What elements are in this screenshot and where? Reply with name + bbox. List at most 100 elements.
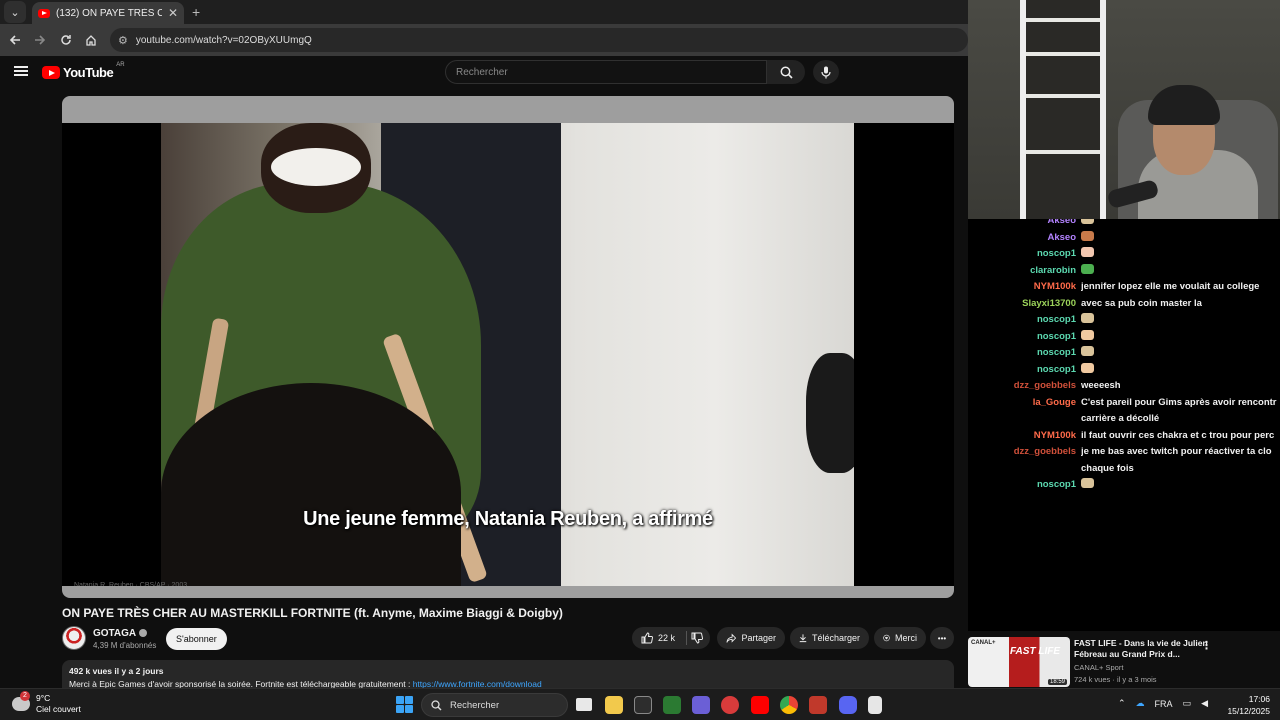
recommended-meta: 724 k vues · il y a 3 mois: [1074, 675, 1157, 684]
chat-username[interactable]: clararobin: [1030, 263, 1076, 279]
tab-close-icon[interactable]: ✕: [168, 6, 178, 20]
chat-message-body: [1081, 263, 1280, 279]
chat-username[interactable]: dzz_goebbels: [1014, 444, 1076, 460]
recommended-channel[interactable]: CANAL+ Sport: [1074, 663, 1123, 672]
reload-button[interactable]: [55, 29, 77, 51]
thanks-button[interactable]: Merci: [874, 627, 926, 649]
language-indicator[interactable]: FRA: [1155, 699, 1173, 709]
taskbar-search-label: Rechercher: [450, 699, 500, 711]
taskbar-clock[interactable]: 17:06 15/12/2025: [1226, 693, 1270, 717]
clock-time: 17:06: [1248, 694, 1270, 704]
weather-text: 9°C Ciel couvert: [36, 693, 81, 715]
description-text-line: Merci à Epic Games d'avoir sponsorisé la…: [69, 679, 947, 688]
weather-condition: Ciel couvert: [36, 704, 81, 714]
chat-username[interactable]: Akseo: [1047, 230, 1076, 246]
volume-icon[interactable]: ◀: [1201, 698, 1208, 709]
teams-icon[interactable]: [692, 696, 710, 714]
browser-tabbar: ⌄ (132) ON PAYE TRÈS CHER AU M ✕ +: [0, 0, 968, 24]
download-button[interactable]: Télécharger: [790, 627, 869, 649]
network-icon[interactable]: ▭: [1183, 698, 1192, 709]
address-bar[interactable]: ⚙ youtube.com/watch?v=02OByXUUmgQ: [110, 28, 968, 52]
windows-start-icon[interactable]: [396, 696, 413, 713]
home-button[interactable]: [81, 29, 103, 51]
description-link[interactable]: https://www.fortnite.com/download: [413, 679, 542, 688]
channel-name-link[interactable]: GOTAGA: [93, 628, 148, 639]
back-button[interactable]: [4, 29, 26, 51]
more-actions-button[interactable]: •••: [930, 627, 954, 649]
taskbar-search[interactable]: Rechercher: [421, 693, 568, 717]
chat-emote-icon: [1081, 263, 1094, 274]
microsoft-store-icon[interactable]: [634, 696, 652, 714]
video-player[interactable]: Une jeune femme, Natania Reuben, a affir…: [62, 96, 954, 598]
browser-tab-active[interactable]: (132) ON PAYE TRÈS CHER AU M ✕: [32, 2, 184, 24]
chat-username[interactable]: noscop1: [1037, 345, 1076, 361]
chat-emote-icon: [1081, 313, 1094, 323]
more-options-icon[interactable]: ⋮: [1201, 639, 1212, 652]
channel-avatar[interactable]: [62, 626, 86, 650]
site-info-icon[interactable]: ⚙: [118, 34, 128, 47]
chat-message-text: weeeesh: [1081, 380, 1121, 391]
chat-username[interactable]: noscop1: [1037, 246, 1076, 262]
chat-message-body: C'est pareil pour Gims après avoir renco…: [1081, 395, 1280, 411]
weather-widget[interactable]: 2 9°C Ciel couvert: [12, 691, 81, 715]
tab-title: (132) ON PAYE TRÈS CHER AU M: [56, 7, 162, 19]
dislike-button[interactable]: [685, 627, 711, 649]
player-top-bar: [62, 96, 954, 123]
webcam-shelf-row: [1026, 18, 1100, 22]
chat-username[interactable]: NYM100k: [1034, 279, 1076, 295]
share-button[interactable]: Partager: [717, 627, 785, 649]
chat-username[interactable]: noscop1: [1037, 362, 1076, 378]
youtube-wordmark: YouTube: [63, 65, 114, 80]
new-tab-button[interactable]: +: [192, 4, 200, 20]
url-text: youtube.com/watch?v=02OByXUUmgQ: [135, 34, 312, 46]
like-button[interactable]: 22 k: [641, 632, 675, 644]
file-explorer-icon[interactable]: [605, 696, 623, 714]
microphone-icon: [821, 66, 831, 78]
chat-username[interactable]: la_Gouge: [1033, 395, 1076, 411]
chat-message-body: chaque fois: [1081, 461, 1280, 477]
recommended-thumbnail[interactable]: CANAL+ FAST LIFE 18:59: [968, 637, 1070, 687]
game-app-icon[interactable]: [809, 696, 827, 714]
chat-emote-icon: [1081, 362, 1094, 373]
description-text: Merci à Epic Games d'avoir sponsorisé la…: [69, 679, 413, 688]
tab-list-button[interactable]: ⌄: [4, 1, 26, 23]
forward-button[interactable]: [30, 29, 52, 51]
task-view-icon[interactable]: [576, 698, 592, 711]
nvidia-icon[interactable]: [663, 696, 681, 714]
chat-username[interactable]: noscop1: [1037, 312, 1076, 328]
search-button[interactable]: [767, 60, 805, 84]
tray-overflow-icon[interactable]: ⌃: [1118, 698, 1126, 709]
menu-icon[interactable]: [14, 66, 28, 76]
discord-icon[interactable]: [839, 696, 857, 714]
youtube-logo[interactable]: YouTube AR: [42, 62, 125, 80]
youtube-app-icon[interactable]: [751, 696, 769, 714]
description-box[interactable]: 492 k vues il y a 2 jours Merci à Epic G…: [62, 660, 954, 688]
temperature: 9°C: [36, 693, 51, 703]
chat-username[interactable]: NYM100k: [1034, 428, 1076, 444]
windows-taskbar: 2 9°C Ciel couvert Rechercher ⌃ ☁ FRA ▭: [0, 688, 1280, 720]
player-bottom-bar: [62, 586, 954, 598]
onedrive-icon[interactable]: ☁: [1136, 698, 1145, 709]
chat-message-body: carrière a décollé: [1081, 411, 1280, 427]
thanks-label: Merci: [895, 633, 917, 643]
recommended-video[interactable]: CANAL+ FAST LIFE 18:59 FAST LIFE - Dans …: [968, 631, 1280, 688]
subscriber-count: 4,39 M d'abonnés: [93, 641, 157, 650]
chat-username[interactable]: noscop1: [1037, 329, 1076, 345]
chat-message-body: [1081, 477, 1280, 493]
video-subtitle: Une jeune femme, Natania Reuben, a affir…: [303, 508, 713, 530]
chat-username[interactable]: dzz_goebbels: [1014, 378, 1076, 394]
media-player-icon[interactable]: [721, 696, 739, 714]
video-figure: [806, 353, 854, 473]
like-count: 22 k: [658, 633, 676, 643]
subscribe-button[interactable]: S'abonner: [166, 628, 227, 650]
chat-emote-icon: [1081, 478, 1094, 488]
chat-username[interactable]: noscop1: [1037, 477, 1076, 493]
document-app-icon[interactable]: [868, 696, 882, 714]
chat-message-text: avec sa pub coin master la: [1081, 297, 1202, 309]
webcam-shelf-row: [1026, 52, 1100, 56]
voice-search-button[interactable]: [813, 60, 839, 84]
chat-username[interactable]: Akseo: [1047, 219, 1076, 229]
chat-username[interactable]: Slayxi13700: [1022, 296, 1076, 312]
search-input[interactable]: Rechercher: [445, 60, 767, 84]
chrome-icon[interactable]: [780, 696, 798, 714]
